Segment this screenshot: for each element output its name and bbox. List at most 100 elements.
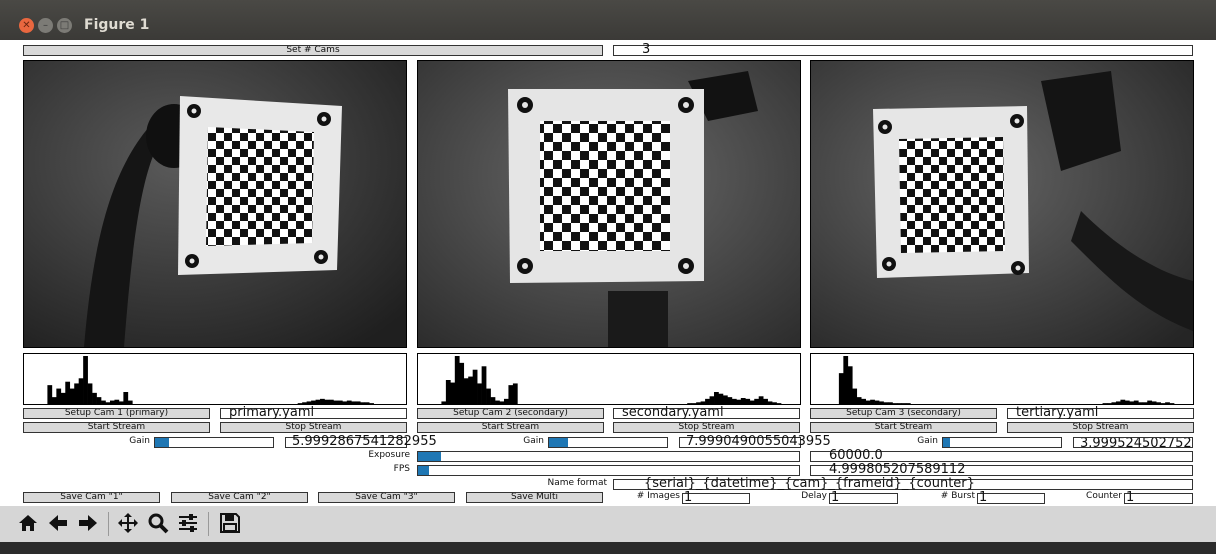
- cam3-image: [810, 60, 1194, 348]
- histogram-bar: [888, 402, 893, 404]
- forward-arrow-icon[interactable]: [74, 508, 102, 538]
- save-multi-button[interactable]: Save Multi: [466, 492, 603, 503]
- cam3-start-stream-button[interactable]: Start Stream: [810, 422, 997, 433]
- histogram-bar: [892, 403, 898, 404]
- cam1-start-stream-button[interactable]: Start Stream: [23, 422, 210, 433]
- histogram-bar: [1160, 403, 1166, 404]
- histogram-bar: [714, 392, 719, 404]
- histogram-bar: [763, 398, 768, 404]
- setup-cam2-button[interactable]: Setup Cam 2 (secondary): [417, 408, 604, 419]
- fps-slider-fill: [418, 466, 430, 475]
- close-window-button[interactable]: ✕: [19, 18, 34, 33]
- fps-value: 4.999805207589112: [829, 462, 966, 477]
- cam1-gain-slider[interactable]: [154, 437, 274, 448]
- histogram-bar: [351, 401, 357, 404]
- configure-subplots-icon[interactable]: [174, 508, 202, 538]
- cam3-stop-stream-button[interactable]: Stop Stream: [1007, 422, 1194, 433]
- cam1-gain-value: 5.9992867541282955: [292, 434, 437, 449]
- save-cam2-button[interactable]: Save Cam "2": [171, 492, 308, 503]
- images-field[interactable]: 1: [682, 491, 750, 504]
- histogram-bar: [705, 398, 710, 404]
- exposure-slider[interactable]: [417, 451, 800, 462]
- exposure-label: Exposure: [368, 450, 410, 460]
- counter-value: 1: [1126, 490, 1135, 505]
- cam2-gain-slider-fill: [549, 438, 568, 447]
- cam1-yaml-field[interactable]: primary.yaml: [220, 406, 407, 419]
- zoom-icon[interactable]: [144, 508, 172, 538]
- set-cams-button[interactable]: Set # Cams: [23, 45, 603, 56]
- cam1-histogram: [23, 353, 407, 405]
- histogram-bar: [445, 380, 451, 404]
- maximize-window-button[interactable]: □: [57, 18, 72, 33]
- setup-cam3-button[interactable]: Setup Cam 3 (secondary): [810, 408, 997, 419]
- histogram-bar: [1156, 402, 1161, 404]
- exposure-slider-fill: [418, 452, 441, 461]
- cam3-gain-slider-fill: [943, 438, 951, 447]
- minimize-window-button[interactable]: –: [38, 18, 53, 33]
- cam3-gain-slider[interactable]: [942, 437, 1062, 448]
- fps-slider[interactable]: [417, 465, 800, 476]
- save-cam1-button[interactable]: Save Cam "1": [23, 492, 160, 503]
- counter-label: Counter: [1086, 491, 1122, 501]
- window-titlebar: ✕ – □ Figure 1: [0, 0, 1216, 40]
- histogram-bar: [87, 383, 93, 404]
- histogram-bar: [727, 397, 733, 404]
- histogram-bar: [687, 403, 692, 404]
- cam2-yaml-value: secondary.yaml: [622, 405, 724, 420]
- histogram-bar: [364, 402, 370, 404]
- cam3-yaml-value: tertiary.yaml: [1016, 405, 1099, 420]
- cam2-gain-value: 7.9990490055043955: [686, 434, 831, 449]
- burst-label: # Burst: [940, 491, 975, 501]
- histogram-bar: [896, 403, 902, 404]
- histogram-bar: [1165, 402, 1170, 404]
- histogram-bar: [65, 381, 71, 404]
- pan-icon[interactable]: [114, 508, 142, 538]
- histogram-bar: [297, 403, 303, 404]
- histogram-bar: [320, 398, 325, 404]
- fps-field[interactable]: 4.999805207589112: [810, 462, 1193, 477]
- histogram-bar: [754, 398, 760, 404]
- histogram-bar: [736, 399, 742, 404]
- histogram-bar: [696, 402, 701, 404]
- burst-value: 1: [979, 490, 988, 505]
- cam2-start-stream-button[interactable]: Start Stream: [417, 422, 604, 433]
- histogram-bar: [1147, 400, 1153, 404]
- name-format-field[interactable]: {serial}_{datetime}_{cam}_{frameid}_{cou…: [613, 477, 1193, 490]
- cam2-yaml-field[interactable]: secondary.yaml: [613, 405, 800, 420]
- histogram-bar: [745, 398, 751, 404]
- back-arrow-icon[interactable]: [44, 508, 72, 538]
- histogram-bar: [499, 401, 505, 404]
- histogram-bar: [870, 399, 875, 404]
- histogram-bar: [105, 402, 111, 404]
- num-cams-field[interactable]: 3: [613, 43, 1193, 56]
- histogram-bar: [69, 388, 75, 404]
- histogram-bar: [1102, 403, 1108, 404]
- burst-field[interactable]: 1: [977, 490, 1045, 505]
- save-cam3-button[interactable]: Save Cam "3": [318, 492, 455, 503]
- cam3-gain-field[interactable]: 3.9995245027521: [1073, 437, 1193, 448]
- cam1-gain-label: Gain: [129, 436, 150, 446]
- cam2-stop-stream-button[interactable]: Stop Stream: [613, 422, 800, 433]
- counter-field[interactable]: 1: [1124, 490, 1193, 505]
- home-icon[interactable]: [14, 508, 42, 538]
- cam2-gain-field[interactable]: 7.9990490055043955: [679, 435, 831, 448]
- histogram-bar: [459, 362, 465, 404]
- save-icon[interactable]: [216, 508, 244, 538]
- histogram-bar: [861, 398, 866, 404]
- histogram-bar: [78, 378, 84, 404]
- histogram-bar: [315, 399, 321, 404]
- cam1-stop-stream-button[interactable]: Stop Stream: [220, 422, 407, 433]
- cam2-gain-slider[interactable]: [548, 437, 668, 448]
- histogram-bar: [369, 403, 374, 404]
- exposure-value: 60000.0: [829, 448, 883, 463]
- cam1-gain-field[interactable]: 5.9992867541282955: [285, 435, 437, 448]
- cam3-yaml-field[interactable]: tertiary.yaml: [1007, 405, 1194, 420]
- histogram-bar: [56, 388, 62, 404]
- histogram-bar: [355, 401, 361, 404]
- histogram-bar: [709, 396, 715, 404]
- histogram-bar: [905, 403, 911, 404]
- setup-cam1-button[interactable]: Setup Cam 1 (primary): [23, 408, 210, 419]
- exposure-field[interactable]: 60000.0: [810, 448, 1193, 463]
- histogram-bar: [1169, 403, 1175, 404]
- delay-field[interactable]: 1: [829, 491, 898, 504]
